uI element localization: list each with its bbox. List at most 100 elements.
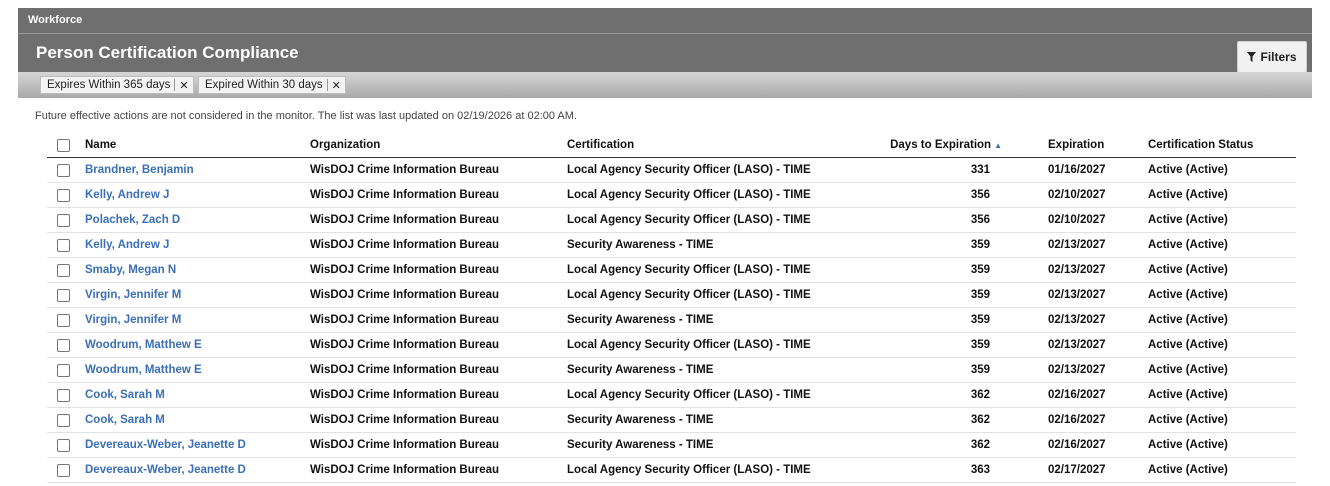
expiration-cell: 02/16/2027: [1002, 382, 1148, 408]
person-name-link[interactable]: Brandner, Benjamin: [85, 164, 194, 176]
table-row[interactable]: Kelly, Andrew J WisDOJ Crime Information …: [47, 232, 1296, 258]
row-select-cell: [47, 207, 85, 233]
certification-status-cell: Active (Active): [1148, 157, 1296, 183]
certification-cell: Security Awareness - TIME: [567, 357, 867, 383]
organization-cell: WisDOJ Crime Information Bureau: [310, 282, 567, 308]
select-all-checkbox[interactable]: [57, 138, 70, 152]
person-name-link[interactable]: Cook, Sarah M: [85, 389, 165, 401]
row-select-cell: [47, 432, 85, 458]
days-to-expiration-cell: 362: [867, 407, 1002, 433]
expiration-cell: 02/16/2027: [1002, 432, 1148, 458]
expiration-cell: 02/10/2027: [1002, 207, 1148, 233]
column-header-organization[interactable]: Organization: [310, 133, 567, 158]
filters-button-label: Filters: [1260, 50, 1297, 64]
person-name-link[interactable]: Smaby, Megan N: [85, 264, 176, 276]
table-row[interactable]: Woodrum, Matthew E WisDOJ Crime Informati…: [47, 357, 1296, 383]
row-checkbox[interactable]: [57, 413, 70, 427]
row-checkbox[interactable]: [57, 188, 70, 202]
remove-chip-icon[interactable]: ✕: [332, 79, 341, 92]
column-header-expiration[interactable]: Expiration: [1002, 133, 1148, 158]
days-to-expiration-cell: 356: [867, 207, 1002, 233]
row-checkbox[interactable]: [57, 238, 70, 252]
person-name-link[interactable]: Woodrum, Matthew E: [85, 339, 202, 351]
row-checkbox[interactable]: [57, 163, 70, 177]
table-row[interactable]: Woodrum, Matthew E WisDOJ Crime Informati…: [47, 332, 1296, 358]
person-name-cell: Kelly, Andrew J: [85, 232, 310, 258]
person-name-link[interactable]: Virgin, Jennifer M: [85, 314, 181, 326]
person-name-cell: Devereaux-Weber, Jeanette D: [85, 432, 310, 458]
row-checkbox[interactable]: [57, 288, 70, 302]
table-row[interactable]: Cook, Sarah M WisDOJ Crime Information Bu…: [47, 407, 1296, 433]
expiration-cell: 02/13/2027: [1002, 282, 1148, 308]
organization-cell: WisDOJ Crime Information Bureau: [310, 407, 567, 433]
certification-cell: Local Agency Security Officer (LASO) - T…: [567, 182, 867, 208]
certification-cell: Local Agency Security Officer (LASO) - T…: [567, 282, 867, 308]
organization-cell: WisDOJ Crime Information Bureau: [310, 457, 567, 483]
person-name-cell: Devereaux-Weber, Jeanette D: [85, 457, 310, 483]
person-name-cell: Virgin, Jennifer M: [85, 282, 310, 308]
row-select-cell: [47, 157, 85, 183]
row-checkbox[interactable]: [57, 388, 70, 402]
table-row[interactable]: Virgin, Jennifer M WisDOJ Crime Informati…: [47, 307, 1296, 333]
person-name-link[interactable]: Cook, Sarah M: [85, 414, 165, 426]
expiration-cell: 02/10/2027: [1002, 182, 1148, 208]
person-name-cell: Brandner, Benjamin: [85, 157, 310, 183]
filters-button[interactable]: Filters: [1237, 41, 1307, 73]
certification-cell: Security Awareness - TIME: [567, 307, 867, 333]
row-checkbox[interactable]: [57, 313, 70, 327]
table-row[interactable]: Brandner, Benjamin WisDOJ Crime Informati…: [47, 157, 1296, 183]
certification-cell: Security Awareness - TIME: [567, 432, 867, 458]
chip-divider: [326, 79, 328, 91]
table-row[interactable]: Smaby, Megan N WisDOJ Crime Information B…: [47, 257, 1296, 283]
certification-cell: Local Agency Security Officer (LASO) - T…: [567, 457, 867, 483]
certification-table: Name Organization Certification Days to …: [47, 133, 1296, 483]
table-row[interactable]: Cook, Sarah M WisDOJ Crime Information Bu…: [47, 382, 1296, 408]
organization-cell: WisDOJ Crime Information Bureau: [310, 182, 567, 208]
certification-status-cell: Active (Active): [1148, 407, 1296, 433]
expiration-cell: 02/13/2027: [1002, 307, 1148, 333]
person-name-link[interactable]: Kelly, Andrew J: [85, 189, 169, 201]
active-filter-bar: Expires Within 365 days ✕ Expired Within…: [18, 72, 1312, 98]
filter-chip-label: Expires Within 365 days: [47, 79, 171, 91]
certification-status-cell: Active (Active): [1148, 457, 1296, 483]
certification-cell: Local Agency Security Officer (LASO) - T…: [567, 257, 867, 283]
table-row[interactable]: Virgin, Jennifer M WisDOJ Crime Informati…: [47, 282, 1296, 308]
person-name-cell: Smaby, Megan N: [85, 257, 310, 283]
certification-cell: Security Awareness - TIME: [567, 407, 867, 433]
column-header-days-to-expiration[interactable]: Days to Expiration ▲: [867, 133, 1002, 158]
expiration-cell: 02/13/2027: [1002, 332, 1148, 358]
chip-divider: [174, 79, 176, 91]
expiration-cell: 02/17/2027: [1002, 457, 1148, 483]
table-row[interactable]: Polachek, Zach D WisDOJ Crime Information…: [47, 207, 1296, 233]
person-name-link[interactable]: Woodrum, Matthew E: [85, 364, 202, 376]
row-checkbox[interactable]: [57, 363, 70, 377]
row-checkbox[interactable]: [57, 463, 70, 477]
column-header-name[interactable]: Name: [85, 133, 310, 158]
column-header-certification-status[interactable]: Certification Status: [1148, 133, 1296, 158]
table-row[interactable]: Kelly, Andrew J WisDOJ Crime Information …: [47, 182, 1296, 208]
remove-chip-icon[interactable]: ✕: [179, 79, 188, 92]
table-row[interactable]: Devereaux-Weber, Jeanette D WisDOJ Crime …: [47, 432, 1296, 458]
table-row[interactable]: Devereaux-Weber, Jeanette D WisDOJ Crime …: [47, 457, 1296, 483]
row-checkbox[interactable]: [57, 213, 70, 227]
days-to-expiration-cell: 362: [867, 432, 1002, 458]
row-checkbox[interactable]: [57, 263, 70, 277]
column-header-certification[interactable]: Certification: [567, 133, 867, 158]
organization-cell: WisDOJ Crime Information Bureau: [310, 332, 567, 358]
person-name-link[interactable]: Devereaux-Weber, Jeanette D: [85, 439, 246, 451]
row-select-cell: [47, 282, 85, 308]
person-name-link[interactable]: Devereaux-Weber, Jeanette D: [85, 464, 246, 476]
certification-status-cell: Active (Active): [1148, 182, 1296, 208]
organization-cell: WisDOJ Crime Information Bureau: [310, 357, 567, 383]
page-title: Person Certification Compliance: [36, 43, 299, 62]
person-name-cell: Cook, Sarah M: [85, 382, 310, 408]
person-name-link[interactable]: Kelly, Andrew J: [85, 239, 169, 251]
row-select-cell: [47, 382, 85, 408]
person-name-link[interactable]: Virgin, Jennifer M: [85, 289, 181, 301]
row-checkbox[interactable]: [57, 338, 70, 352]
certification-status-cell: Active (Active): [1148, 307, 1296, 333]
row-select-cell: [47, 332, 85, 358]
person-name-link[interactable]: Polachek, Zach D: [85, 214, 180, 226]
breadcrumb[interactable]: Workforce: [28, 14, 82, 26]
row-checkbox[interactable]: [57, 438, 70, 452]
